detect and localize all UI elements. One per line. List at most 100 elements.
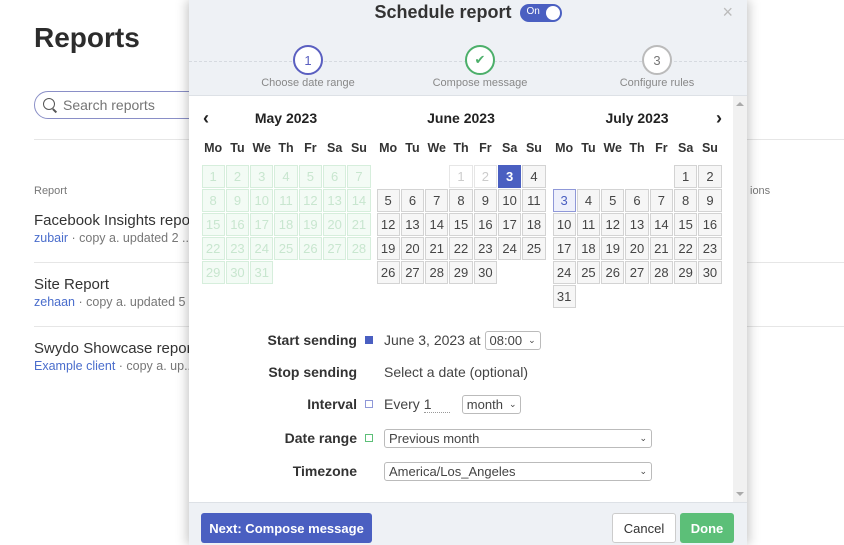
calendar-day[interactable]: 19 — [376, 236, 400, 260]
calendar-day[interactable]: 19 — [601, 236, 625, 260]
calendar-day[interactable]: 27 — [625, 260, 649, 284]
calendar-day[interactable]: 10 — [497, 188, 522, 212]
report-name[interactable]: Swydo Showcase repor — [34, 340, 195, 357]
calendar-day[interactable]: 31 — [552, 284, 576, 308]
report-name[interactable]: Facebook Insights repo — [34, 212, 192, 229]
calendar-day[interactable]: 30 — [473, 260, 497, 284]
report-name[interactable]: Site Report — [34, 276, 199, 293]
calendar-day[interactable]: 24 — [497, 236, 522, 260]
interval-unit-select[interactable]: month ⌄ — [461, 394, 522, 414]
calendar-day[interactable]: 26 — [601, 260, 625, 284]
calendar-day[interactable]: 29 — [449, 260, 473, 284]
calendar-day[interactable]: 22 — [449, 236, 473, 260]
calendar-day[interactable]: 29 — [673, 260, 698, 284]
calendar-day[interactable]: 21 — [649, 236, 673, 260]
calendar-day[interactable]: 26 — [376, 260, 400, 284]
calendar-day[interactable]: 15 — [449, 212, 473, 236]
calendar-day[interactable]: 7 — [649, 188, 673, 212]
client-link[interactable]: zubair — [34, 231, 68, 245]
calendar-day[interactable]: 20 — [400, 236, 425, 260]
next-compose-message-button[interactable]: Next: Compose message — [201, 513, 372, 543]
modal-scrollbar[interactable] — [733, 96, 747, 502]
cancel-button[interactable]: Cancel — [612, 513, 676, 543]
step-label: Choose date range — [261, 77, 355, 89]
calendar-day[interactable]: 30 — [698, 260, 722, 284]
scroll-up-icon[interactable] — [736, 102, 744, 106]
calendar-day[interactable]: 8 — [673, 188, 698, 212]
start-time-select[interactable]: 08:00 ⌄ — [484, 330, 541, 350]
calendar-day[interactable]: 7 — [425, 188, 449, 212]
calendar-day[interactable]: 10 — [552, 212, 576, 236]
calendar-day[interactable]: 2 — [698, 164, 722, 188]
calendar-day[interactable]: 18 — [522, 212, 546, 236]
calendar-day[interactable]: 20 — [625, 236, 649, 260]
calendar-day[interactable]: 18 — [576, 236, 601, 260]
calendar-day[interactable]: 14 — [649, 212, 673, 236]
calendar-day: 17 — [250, 212, 274, 236]
scroll-down-icon[interactable] — [736, 492, 744, 496]
calendar-day[interactable]: 5 — [601, 188, 625, 212]
stop-sending-value[interactable]: Select a date (optional) — [384, 364, 528, 380]
interval-count-input[interactable]: 1 — [423, 396, 450, 413]
step-compose-message[interactable]: ✔ Compose message — [410, 45, 550, 89]
client-link[interactable]: zehaan — [34, 295, 75, 309]
weekday-label: Th — [453, 141, 469, 155]
calendar-day[interactable]: 9 — [698, 188, 722, 212]
calendar-day[interactable]: 23 — [473, 236, 497, 260]
done-button[interactable]: Done — [680, 513, 734, 543]
calendar-day[interactable]: 28 — [425, 260, 449, 284]
calendar-month-july: July 2023 › Mo Tu We Th Fr Sa Su 1 2 3 4 5 6 7 8 9 10 11… — [552, 106, 722, 308]
calendar-day[interactable]: 13 — [625, 212, 649, 236]
calendar-day[interactable]: 5 — [376, 188, 400, 212]
client-link[interactable]: Example client — [34, 359, 115, 373]
calendar-day[interactable]: 14 — [425, 212, 449, 236]
calendar-day: 3 — [250, 164, 274, 188]
calendar-day[interactable]: 17 — [552, 236, 576, 260]
calendar-day[interactable]: 28 — [649, 260, 673, 284]
calendar-day[interactable]: 1 — [673, 164, 698, 188]
calendar-day[interactable]: 12 — [601, 212, 625, 236]
calendar-day[interactable]: 11 — [522, 188, 546, 212]
calendar-day[interactable]: 6 — [625, 188, 649, 212]
calendar-day[interactable]: 4 — [576, 188, 601, 212]
calendar-day[interactable]: 17 — [497, 212, 522, 236]
weekday-label: Th — [629, 141, 645, 155]
date-range-select[interactable]: Previous month ⌄ — [384, 428, 652, 448]
calendar-day[interactable]: 9 — [473, 188, 497, 212]
schedule-toggle[interactable]: On — [519, 3, 562, 22]
calendar-day[interactable]: 27 — [400, 260, 425, 284]
report-row[interactable]: Swydo Showcase repor Example client · co… — [34, 340, 195, 373]
report-row[interactable]: Site Report zehaan · copy a. updated 5 .… — [34, 276, 199, 309]
next-month-icon[interactable]: › — [716, 106, 722, 130]
calendar-day[interactable]: 25 — [576, 260, 601, 284]
weekday-label: Th — [278, 141, 294, 155]
calendar-day[interactable]: 11 — [576, 212, 601, 236]
calendar-day[interactable]: 8 — [449, 188, 473, 212]
calendar-day[interactable]: 25 — [522, 236, 546, 260]
calendar-day[interactable]: 4 — [522, 164, 546, 188]
start-sending-label: Start sending — [267, 332, 357, 348]
calendar-day[interactable]: 3 — [552, 188, 576, 212]
calendar-day-selected[interactable]: 3 — [497, 164, 522, 188]
calendar-day: 27 — [322, 236, 347, 260]
prev-month-icon[interactable]: ‹ — [203, 106, 209, 130]
close-icon[interactable]: × — [722, 2, 733, 23]
calendar-day[interactable]: 13 — [400, 212, 425, 236]
calendar-day[interactable]: 21 — [425, 236, 449, 260]
step-configure-rules[interactable]: 3 Configure rules — [587, 45, 727, 89]
report-row[interactable]: Facebook Insights repo zubair · copy a. … — [34, 212, 192, 245]
calendar-day[interactable]: 16 — [698, 212, 722, 236]
calendar-day[interactable]: 15 — [673, 212, 698, 236]
calendar-day[interactable]: 22 — [673, 236, 698, 260]
column-header-report: Report — [34, 185, 68, 197]
timezone-select[interactable]: America/Los_Angeles ⌄ — [384, 461, 652, 481]
calendar-day[interactable]: 6 — [400, 188, 425, 212]
report-meta-text: · copy a. updated 2 ... — [68, 231, 193, 245]
step-choose-date-range[interactable]: 1 Choose date range — [238, 45, 378, 89]
calendar-day[interactable]: 12 — [376, 212, 400, 236]
stop-sending-label: Stop sending — [268, 364, 357, 380]
modal-header: Schedule report On × 1 Choose date range… — [189, 0, 747, 96]
calendar-day[interactable]: 24 — [552, 260, 576, 284]
calendar-day[interactable]: 16 — [473, 212, 497, 236]
calendar-day[interactable]: 23 — [698, 236, 722, 260]
